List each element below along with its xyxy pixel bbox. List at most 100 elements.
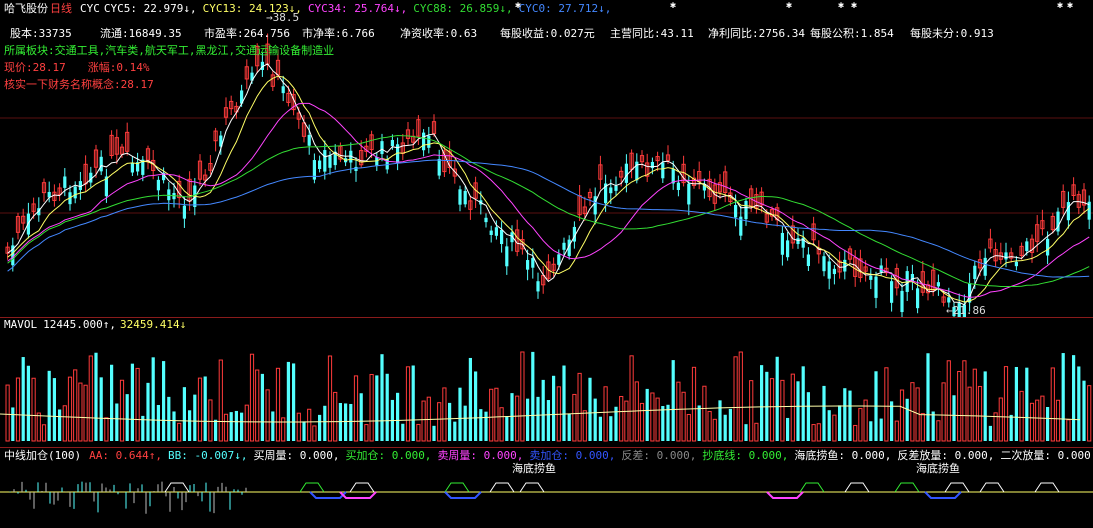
volume-bar-up — [197, 377, 203, 442]
volume-bar-up — [78, 382, 83, 442]
info-eps: 每股收益:0.027元 — [500, 27, 595, 40]
candle-down — [182, 205, 186, 219]
price-chart-panel[interactable]: 哈飞股份 日线 CYC CYC5: 22.979↓, CYC13: 24.123↓, CY… — [0, 0, 1093, 318]
volume-bar-down — [838, 405, 842, 441]
volume-bar-up — [296, 412, 301, 442]
candle-down — [130, 163, 134, 173]
volume-bar-down — [344, 403, 348, 441]
volume-chart[interactable] — [0, 317, 1093, 447]
volume-bar-up — [421, 400, 426, 442]
volume-bar-down — [229, 412, 233, 441]
volume-bar-down — [260, 373, 264, 441]
volume-bar-up — [884, 367, 889, 442]
volume-bar-up — [1035, 399, 1040, 442]
volume-panel[interactable]: MAVOL 12445.000↑, 32459.414↓ — [0, 317, 1093, 448]
volume-bar-down — [26, 365, 30, 441]
volume-bar-down — [510, 393, 514, 441]
sector-line: 所属板块:交通工具,汽车类,航天军工,黑龙江,交通运输设备制造业 — [4, 44, 335, 57]
star-marker: ✱ — [1067, 0, 1074, 11]
volume-bar-up — [1087, 385, 1092, 442]
volume-bar-up — [899, 389, 905, 442]
volume-bar-up — [676, 381, 681, 442]
volume-bar-down — [931, 411, 935, 441]
candle-down — [99, 156, 103, 172]
star-marker: ✱ — [515, 0, 522, 11]
candle-down — [1066, 202, 1070, 221]
volume-bar-down — [541, 379, 545, 441]
candle-down — [156, 179, 160, 191]
candle-down — [890, 281, 894, 303]
volume-bar-down — [645, 388, 649, 441]
volume-bar-down — [1025, 367, 1029, 441]
volume-bar-down — [156, 404, 160, 441]
volume-bar-up — [265, 389, 270, 442]
volume-bar-up — [307, 408, 312, 442]
volume-bar-down — [1082, 380, 1086, 441]
candle-down — [536, 281, 540, 292]
volume-bar-down — [796, 381, 800, 441]
candle-down — [562, 242, 566, 250]
volume-bar-down — [593, 398, 597, 441]
volume-bar-down — [468, 357, 472, 441]
stock-name[interactable]: 哈飞股份 — [4, 2, 48, 15]
volume-bar-up — [639, 402, 645, 442]
volume-bar-up — [333, 391, 338, 442]
high-price-mark: →38.5 — [266, 11, 300, 24]
volume-bar-down — [567, 413, 571, 441]
candle-down — [827, 261, 831, 279]
star-marker: ✱ — [1057, 0, 1064, 11]
current-price: 现价:28.17 — [4, 61, 66, 74]
candle-down — [323, 150, 327, 172]
candle-down — [328, 155, 332, 168]
volume-bar-down — [827, 410, 831, 441]
info-share-capital: 股本:33735 — [10, 27, 72, 40]
volume-bar-down — [292, 363, 296, 441]
volume-bar-up — [135, 367, 140, 442]
volume-bar-down — [588, 377, 592, 441]
candle-down — [494, 227, 498, 236]
period-label[interactable]: 日线 — [50, 2, 72, 15]
candle-down — [380, 141, 384, 155]
volume-bar-up — [223, 413, 229, 442]
candle-down — [422, 132, 426, 151]
volume-bar-down — [401, 423, 405, 441]
volume-bar-down — [531, 351, 535, 441]
volume-bar-up — [582, 410, 587, 442]
volume-bar-down — [52, 378, 56, 441]
volume-bar-up — [733, 356, 738, 442]
candle-down — [500, 229, 504, 245]
volume-bar-up — [780, 379, 785, 442]
indicator-title: 中线加仓(100) — [4, 449, 82, 462]
volume-bar-down — [728, 408, 732, 441]
volume-bar-down — [801, 366, 805, 441]
volume-bar-up — [681, 391, 686, 442]
low-price-mark: ←21.86 — [946, 304, 986, 317]
volume-bar-up — [405, 366, 411, 442]
volume-bar-down — [11, 407, 15, 441]
info-profit-yoy: 净利同比:2756.34 — [708, 27, 805, 40]
candle-down — [947, 297, 951, 303]
candle-down — [1014, 261, 1018, 267]
volume-bar-down — [718, 400, 722, 441]
volume-bar-down — [453, 421, 457, 441]
volume-bar-up — [650, 392, 655, 442]
volume-bar-down — [110, 364, 114, 441]
candle-down — [676, 182, 680, 191]
volume-bar-down — [318, 414, 322, 441]
indicator-panel[interactable]: 中线加仓(100) AA: 0.644↑, BB: -0.007↓, 买周量: 0.0… — [0, 447, 1093, 528]
volume-bar-down — [302, 421, 306, 441]
volume-bar-up — [281, 417, 286, 442]
volume-bar-down — [546, 400, 550, 441]
volume-bar-down — [21, 357, 25, 441]
volume-bar-down — [474, 371, 478, 441]
volume-bar-down — [609, 416, 613, 441]
volume-bar-down — [536, 396, 540, 441]
volume-bar-down — [396, 392, 400, 441]
info-capital-reserve: 每股公积:1.854 — [810, 27, 894, 40]
volume-bar-down — [1061, 353, 1065, 441]
candle-down — [900, 290, 904, 313]
info-pb: 市净率:6.766 — [302, 27, 375, 40]
cyc88-value: CYC88: 26.859↓, — [413, 2, 513, 15]
volume-bar-up — [738, 351, 743, 442]
signal-bump — [299, 482, 325, 493]
